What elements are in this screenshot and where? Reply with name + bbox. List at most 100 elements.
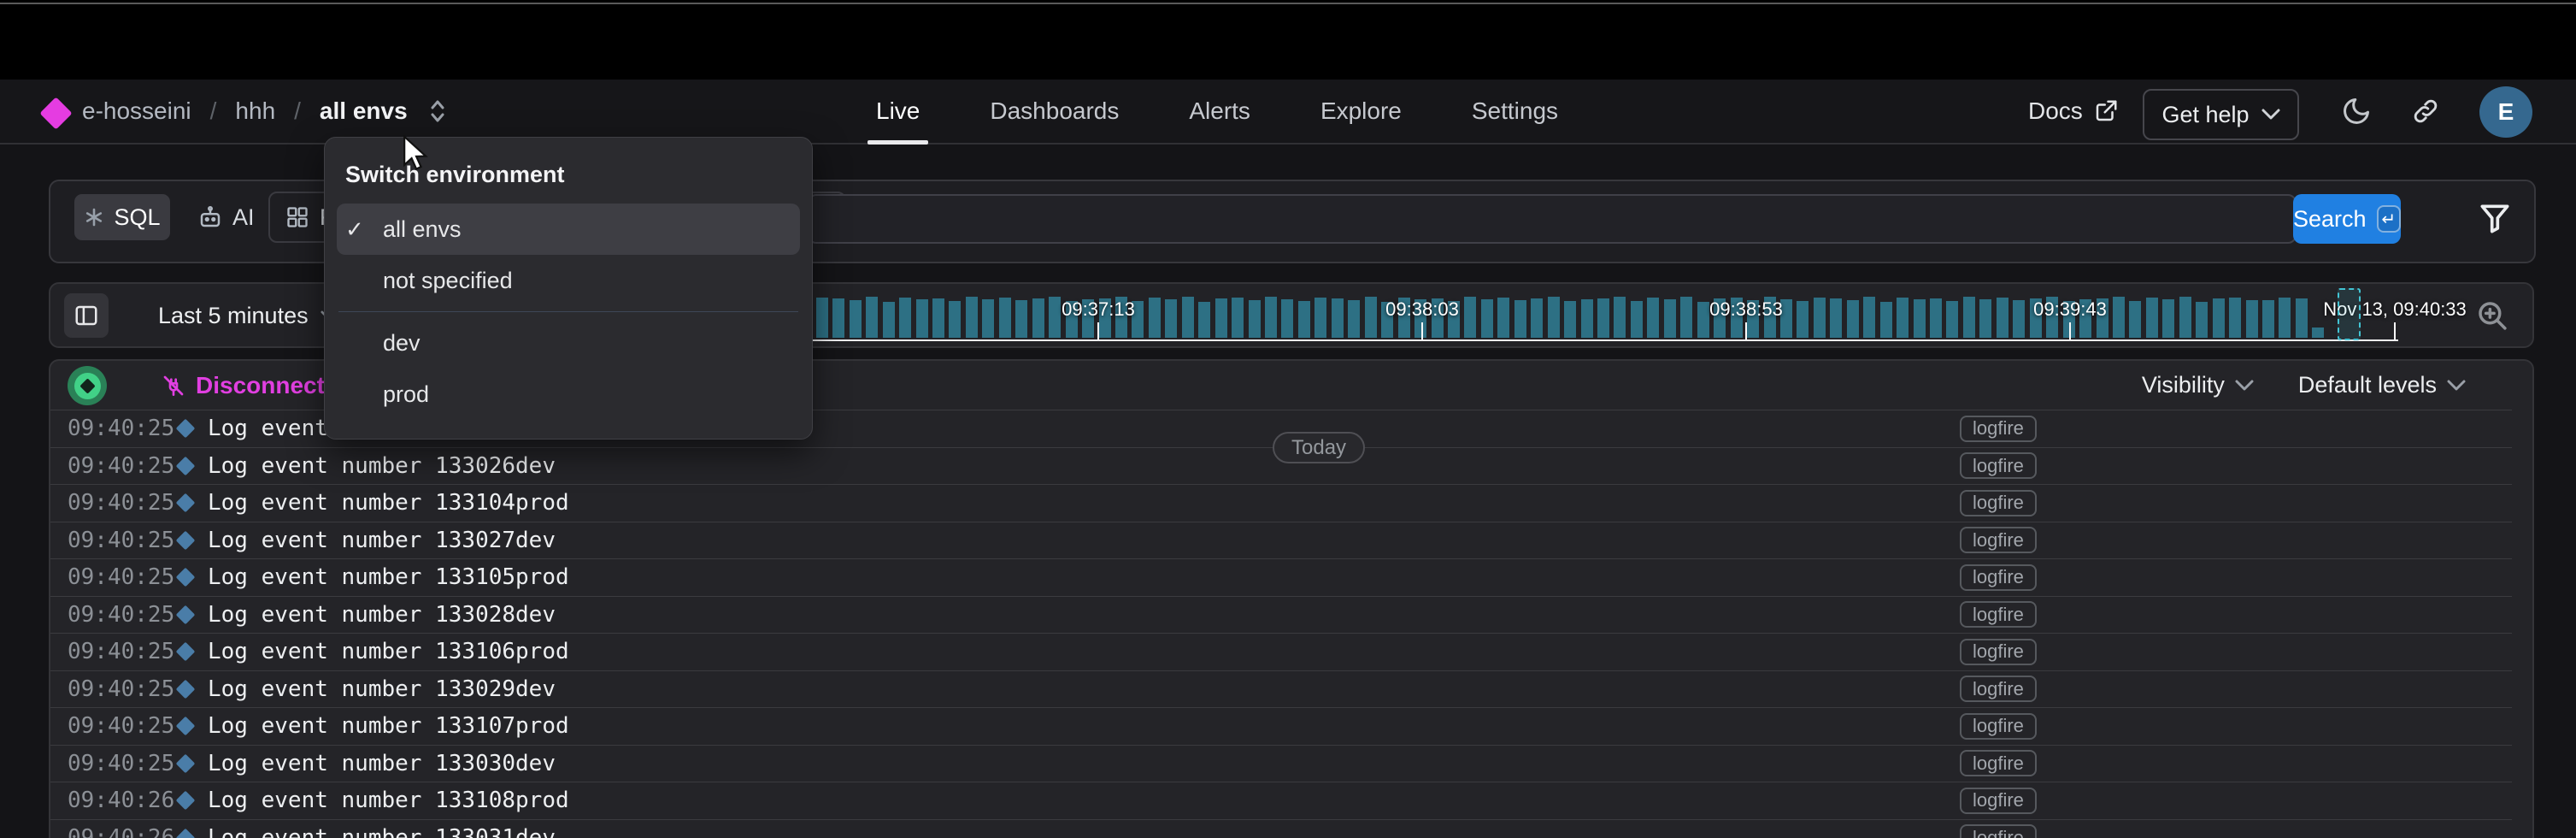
histogram-bar: [1581, 299, 1593, 338]
tab-settings[interactable]: Settings: [1472, 80, 1558, 143]
time-range-selector[interactable]: Last 5 minutes: [158, 284, 338, 347]
log-timestamp: 09:40:25: [68, 602, 174, 628]
time-tick: [1745, 322, 1747, 339]
histogram-bar: [2296, 298, 2308, 338]
scope-badge: logfire: [1960, 713, 2037, 740]
histogram-bar: [1149, 298, 1161, 338]
updown-chevron-icon[interactable]: [428, 98, 447, 124]
moon-icon: [2341, 96, 2372, 127]
env-option-dev[interactable]: dev: [337, 317, 800, 369]
tab-live[interactable]: Live: [876, 80, 920, 143]
log-level-diamond-icon: [176, 828, 196, 838]
unplug-icon: [160, 372, 187, 399]
histogram-bar: [1597, 298, 1609, 338]
histogram-bar: [1647, 298, 1659, 338]
scope-badge: logfire: [1960, 416, 2037, 442]
docs-link[interactable]: Docs: [2028, 80, 2119, 143]
today-label: Today: [1291, 436, 1346, 460]
env-option-prod[interactable]: prod: [337, 369, 800, 420]
visibility-menu[interactable]: Visibility: [2142, 372, 2254, 398]
log-row[interactable]: 09:40:25Log event number 133027devlogfir…: [50, 522, 2512, 560]
ai-mode-button[interactable]: AI: [185, 194, 267, 240]
histogram-bar: [1365, 297, 1377, 338]
sql-mode-button[interactable]: SQL: [74, 194, 170, 240]
scope-badge: logfire: [1960, 490, 2037, 516]
histogram-bar: [916, 299, 928, 338]
docs-label: Docs: [2028, 97, 2083, 125]
histogram-bar: [1564, 301, 1576, 338]
log-row[interactable]: 09:40:25Log event number 133107prodlogfi…: [50, 708, 2512, 746]
histogram-bar: [883, 302, 895, 338]
disconnect-button[interactable]: Disconnect: [160, 361, 325, 410]
scope-badge: logfire: [1960, 452, 2037, 479]
histogram-bar: [1930, 298, 1942, 338]
tab-alerts[interactable]: Alerts: [1189, 80, 1250, 143]
log-row[interactable]: 09:40:25Log event number 133105prodlogfi…: [50, 559, 2512, 597]
histogram-bar: [2246, 300, 2258, 338]
histogram-bar: [1997, 298, 2008, 338]
log-timestamp: 09:40:25: [68, 713, 174, 739]
histogram-bar: [2162, 299, 2174, 338]
toggle-sidebar-button[interactable]: [64, 293, 109, 338]
histogram-bar: [1548, 297, 1560, 338]
histogram-bar: [899, 298, 911, 338]
environment-dropdown: Switch environment ✓all envsnot specifie…: [324, 137, 813, 440]
search-button[interactable]: Search ↵: [2293, 194, 2401, 244]
log-row[interactable]: 09:40:25Log event number 133030devlogfir…: [50, 746, 2512, 783]
histogram-bar: [1298, 301, 1310, 338]
env-option-all-envs[interactable]: ✓all envs: [337, 204, 800, 255]
zoom-in-button[interactable]: [2474, 298, 2510, 333]
log-level-diamond-icon: [176, 530, 196, 550]
environment-switcher-trigger[interactable]: all envs: [320, 97, 408, 125]
filter-button[interactable]: [2476, 200, 2514, 238]
log-row[interactable]: 09:40:25Log event number 133104prodlogfi…: [50, 485, 2512, 522]
log-timestamp: 09:40:26: [68, 788, 174, 813]
histogram-bar: [1797, 301, 1808, 338]
histogram-bar: [1531, 298, 1543, 338]
copy-link-button[interactable]: [2407, 92, 2444, 130]
get-help-button[interactable]: Get help: [2143, 89, 2299, 140]
histogram-bar: [1281, 299, 1293, 338]
query-input[interactable]: [808, 194, 2297, 244]
avatar-initial: E: [2498, 98, 2514, 126]
asterisk-icon: [84, 207, 104, 227]
histogram-bar: [1198, 302, 1210, 338]
log-row[interactable]: 09:40:25Log event number 133106prodlogfi…: [50, 634, 2512, 671]
env-option-not-specified[interactable]: not specified: [337, 255, 800, 306]
tab-explore[interactable]: Explore: [1320, 80, 1402, 143]
log-message: Log event number 133030dev: [208, 751, 556, 776]
time-tick-label: 09:38:03: [1385, 298, 1459, 321]
chevron-down-icon: [2235, 380, 2254, 392]
log-message: Log event number 133106prod: [208, 639, 569, 664]
default-levels-label: Default levels: [2298, 372, 2437, 398]
get-help-label: Get help: [2161, 102, 2249, 128]
menu-divider: [338, 311, 798, 312]
log-message: Log event number 133028dev: [208, 602, 556, 628]
histogram-bar: [1032, 298, 1044, 338]
log-row[interactable]: 09:40:25Log event number 133029devlogfir…: [50, 671, 2512, 709]
histogram-bar: [1914, 299, 1926, 338]
histogram-bar: [2196, 302, 2208, 338]
log-message: Log event number 133026dev: [208, 453, 556, 479]
scope-badge: logfire: [1960, 750, 2037, 776]
histogram-bar: [1015, 300, 1027, 338]
breadcrumb-org[interactable]: e-hosseini: [82, 97, 191, 125]
time-tick-label: 09:37:13: [1062, 298, 1135, 321]
log-row[interactable]: 09:40:25Log event number 133028devlogfir…: [50, 597, 2512, 634]
log-level-diamond-icon: [176, 717, 196, 736]
default-levels-menu[interactable]: Default levels: [2298, 372, 2466, 398]
live-edge-selection: [2338, 288, 2361, 340]
breadcrumb-project[interactable]: hhh: [235, 97, 275, 125]
dark-mode-toggle[interactable]: [2338, 92, 2375, 130]
panel-left-icon: [74, 303, 99, 328]
breadcrumb-separator: /: [210, 97, 217, 125]
user-avatar[interactable]: E: [2479, 86, 2532, 138]
histogram-bar: [1464, 297, 1476, 338]
time-tick-label: 09:38:53: [1709, 298, 1783, 321]
log-row[interactable]: 09:40:26Log event number 133031devlogfir…: [50, 820, 2512, 838]
log-row[interactable]: 09:40:26Log event number 133108prodlogfi…: [50, 782, 2512, 820]
log-timestamp: 09:40:25: [68, 490, 174, 516]
tab-dashboards[interactable]: Dashboards: [990, 80, 1119, 143]
env-option-label: prod: [383, 381, 429, 408]
time-tick: [1421, 322, 1423, 339]
